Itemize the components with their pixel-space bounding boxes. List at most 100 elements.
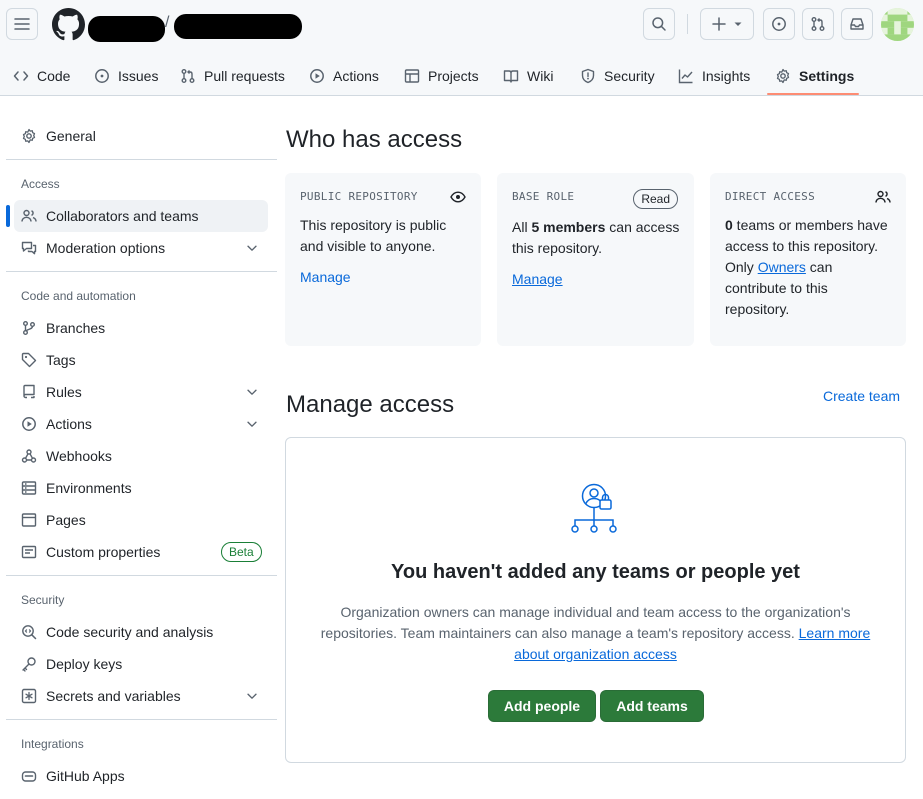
create-new-button[interactable] [700,8,754,40]
codescan-icon [22,625,37,640]
search-button[interactable] [643,8,675,40]
server-icon [21,481,37,495]
sidebar-section-code-automation: Code and automation [21,289,136,303]
card-description: contribute to this [725,280,828,296]
tab-label: Projects [428,68,479,84]
blankslate-description: Organization owners can manage individua… [320,604,871,662]
add-teams-button[interactable]: Add teams [600,690,704,722]
sidebar-item-webhooks[interactable]: Webhooks [14,440,268,472]
key-asterisk-icon [21,688,37,704]
sidebar-item-label: Webhooks [46,448,112,464]
sidebar-section-access: Access [21,177,60,191]
card-description: 0 teams or members have [725,217,888,233]
browser-icon [21,513,37,527]
direct-access-card: DIRECT ACCESS 0 teams or members have ac… [710,173,906,346]
tab-wiki[interactable]: Wiki [503,56,553,96]
issues-button[interactable] [763,8,795,40]
sidebar-item-github-apps[interactable]: GitHub Apps [14,760,268,792]
sidebar-item-deploy-keys[interactable]: Deploy keys [14,648,268,680]
sidebar-item-rules[interactable]: Rules [14,376,268,408]
issue-opened-icon [772,17,786,31]
github-logo-icon[interactable] [52,8,85,41]
card-description: access to this repository. [725,238,879,254]
sidebar-section-integrations: Integrations [21,737,84,751]
sidebar-item-branches[interactable]: Branches [14,312,268,344]
git-pull-request-icon [811,17,825,31]
avatar[interactable] [881,8,914,41]
member-count: 5 members [531,219,606,235]
sidebar-item-pages[interactable]: Pages [14,504,268,536]
sidebar-item-code-security[interactable]: Code security and analysis [14,616,268,648]
sidebar-divider [6,159,277,160]
learn-more-link[interactable]: about organization access [514,646,677,662]
chevron-down-icon [247,389,257,395]
card-description: This repository is public [300,217,447,233]
tab-actions[interactable]: Actions [309,56,379,96]
sidebar-item-collaborators[interactable]: Collaborators and teams [14,200,268,232]
menu-button[interactable] [6,8,38,40]
sidebar-item-label: GitHub Apps [46,768,125,784]
people-icon [21,209,37,222]
sidebar-item-label: Actions [46,416,92,432]
sidebar-item-custom-properties[interactable]: Custom properties Beta [14,536,268,568]
tab-label: Issues [118,68,159,84]
redacted-repo-name[interactable] [174,14,302,39]
sidebar-item-label: Pages [46,512,86,528]
owners-link[interactable]: Owners [758,259,806,275]
book-icon [503,70,519,83]
pull-requests-button[interactable] [802,8,834,40]
card-description: All 5 members can access [512,219,680,235]
chevron-down-icon [247,693,257,699]
sidebar-item-environments[interactable]: Environments [14,472,268,504]
add-people-button[interactable]: Add people [488,690,596,722]
manage-visibility-link[interactable]: Manage [300,267,351,288]
tab-projects[interactable]: Projects [404,56,479,96]
create-team-link[interactable]: Create team [823,388,900,404]
sidebar-item-general[interactable]: General [14,120,268,152]
sidebar-item-moderation[interactable]: Moderation options [14,232,268,264]
page-title: Who has access [286,126,463,153]
sidebar-divider [6,271,277,272]
redacted-owner-name[interactable] [88,16,165,42]
sidebar-item-label: Moderation options [46,240,166,256]
sidebar-item-label: Branches [46,320,106,336]
gear-icon [22,128,36,144]
sidebar-item-label: Environments [46,480,132,496]
beta-badge: Beta [221,542,262,562]
card-label: BASE ROLE [512,190,575,203]
tab-label: Wiki [527,68,554,84]
tab-pull-requests[interactable]: Pull requests [180,56,285,96]
tab-security[interactable]: Security [580,56,655,96]
code-icon [13,71,29,81]
tab-code[interactable]: Code [13,56,70,96]
tab-settings[interactable]: Settings [775,56,854,96]
sidebar-item-secrets[interactable]: Secrets and variables [14,680,268,712]
tab-label: Security [604,68,655,84]
sidebar-item-tags[interactable]: Tags [14,344,268,376]
base-role-card: BASE ROLE Read All 5 members can access … [497,173,694,346]
sidebar-item-label: Secrets and variables [46,688,181,704]
inbox-button[interactable] [841,8,873,40]
play-icon [22,417,36,431]
people-hierarchy-lock-icon [571,483,617,533]
identicon-icon [881,8,914,41]
shield-icon [581,68,595,84]
manage-base-role-link[interactable]: Manage [512,269,563,290]
role-badge: Read [633,189,678,209]
tab-insights[interactable]: Insights [678,56,750,96]
sidebar-item-label: Tags [46,352,76,368]
people-icon [875,190,891,203]
repo-push-icon [23,384,35,399]
learn-more-link[interactable]: Learn more [799,625,871,641]
sidebar-item-actions[interactable]: Actions [14,408,268,440]
manage-access-title: Manage access [286,391,455,418]
tab-label: Insights [702,68,751,84]
tab-label: Settings [799,68,855,84]
header-divider [687,14,688,34]
triangle-down-icon [734,22,742,26]
tab-issues[interactable]: Issues [94,56,158,96]
card-description: repository. [725,301,790,317]
tab-label: Code [37,68,71,84]
hamburger-icon [14,18,30,30]
card-description: this repository. [512,240,602,256]
